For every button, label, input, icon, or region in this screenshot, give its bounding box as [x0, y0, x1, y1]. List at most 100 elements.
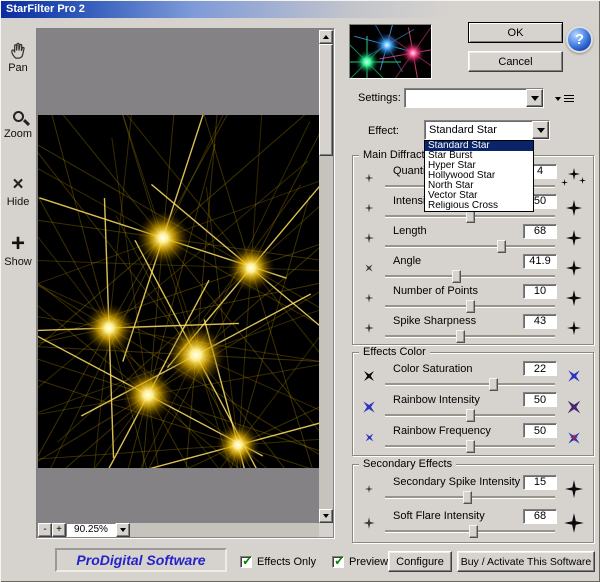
large-star-icon	[564, 513, 584, 533]
slider-row: Soft Flare Intensity	[357, 506, 589, 540]
slider-track[interactable]	[383, 270, 557, 283]
cancel-button[interactable]: Cancel	[468, 51, 563, 72]
slider-label: Soft Flare Intensity	[393, 510, 485, 522]
zoom-dropdown-button[interactable]	[116, 523, 130, 537]
dropdown-arrow-button[interactable]	[532, 121, 549, 139]
checkbox-box[interactable]: ✓	[240, 556, 252, 568]
triangle-down-icon	[531, 96, 539, 101]
preview-vertical-scrollbar[interactable]	[319, 30, 333, 523]
dropdown-item[interactable]: North Star	[425, 181, 533, 191]
slider-label: Length	[393, 225, 427, 237]
dropdown-arrow-button[interactable]	[526, 89, 543, 107]
vertical-scroll-thumb[interactable]	[319, 44, 333, 156]
zoom-level-display: 90.25%	[66, 523, 116, 537]
dropdown-item[interactable]: Hyper Star	[425, 161, 533, 171]
dropdown-item[interactable]: Religious Cross	[425, 201, 533, 211]
window-title: StarFilter Pro 2	[6, 3, 85, 15]
pan-hand-icon	[0, 38, 36, 62]
slider-value-field[interactable]	[523, 392, 557, 407]
large-star-icon	[566, 260, 582, 276]
x-icon: ×	[12, 175, 23, 194]
dropdown-item[interactable]: Star Burst	[425, 151, 533, 161]
slider-row: Spike Sharpness	[357, 313, 589, 343]
large-star-icon	[566, 200, 582, 216]
preview-frame: - + 90.25%	[36, 28, 335, 539]
pan-tool-button[interactable]: Pan	[0, 38, 36, 74]
slider-track[interactable]	[383, 300, 557, 313]
slider-track[interactable]	[383, 491, 557, 504]
configure-button[interactable]: Configure	[388, 551, 452, 572]
settings-flyout-button[interactable]	[550, 91, 578, 106]
slider-row: Angle	[357, 253, 589, 283]
hide-tool-button[interactable]: × Hide	[0, 172, 36, 208]
effect-label: Effect:	[368, 125, 399, 137]
slider-value-field[interactable]	[523, 361, 557, 376]
slider-track[interactable]	[383, 378, 557, 391]
zoom-tool-button[interactable]: Zoom	[0, 104, 36, 140]
check-icon: ✓	[334, 553, 345, 569]
dropdown-item[interactable]: Standard Star	[425, 141, 533, 151]
x-star-icon	[565, 429, 583, 447]
slider-value-field[interactable]	[523, 475, 557, 490]
preview-checkbox[interactable]: ✓ Preview	[332, 556, 388, 568]
slider-thumb[interactable]	[466, 440, 475, 453]
dropdown-item[interactable]: Hollywood Star	[425, 171, 533, 181]
effects-color-group: Effects Color Color Saturation Rainbow I…	[352, 352, 594, 456]
effect-dropdown[interactable]: Standard Star	[424, 120, 550, 140]
slider-track[interactable]	[383, 440, 557, 453]
slider-label: Number of Points	[393, 285, 478, 297]
slider-value-field[interactable]	[523, 254, 557, 269]
large-star-icon	[566, 230, 582, 246]
group-title: Effects Color	[359, 346, 430, 358]
show-tool-button[interactable]: + Show	[0, 232, 36, 268]
slider-thumb[interactable]	[489, 378, 498, 391]
plus-icon: +	[11, 233, 25, 255]
slider-value-field[interactable]	[523, 314, 557, 329]
slider-row: Number of Points	[357, 283, 589, 313]
slider-thumb[interactable]	[463, 491, 472, 504]
zoom-out-button[interactable]: -	[38, 523, 52, 537]
effects-only-checkbox[interactable]: ✓ Effects Only	[240, 556, 316, 568]
slider-thumb[interactable]	[452, 270, 461, 283]
scroll-down-button[interactable]	[319, 509, 333, 523]
scroll-up-button[interactable]	[319, 30, 333, 44]
buy-activate-button[interactable]: Buy / Activate This Software	[457, 551, 595, 572]
slider-thumb[interactable]	[497, 240, 506, 253]
slider-track[interactable]	[383, 525, 557, 538]
effect-dropdown-list[interactable]: Standard Star Star Burst Hyper Star Holl…	[424, 140, 534, 212]
slider-thumb[interactable]	[466, 409, 475, 422]
star-cluster-icon	[561, 168, 587, 188]
zoom-in-button[interactable]: +	[52, 523, 66, 537]
triangle-down-icon	[537, 128, 545, 133]
slider-track[interactable]	[383, 330, 557, 343]
prodigital-logo: ProDigital Software	[55, 548, 227, 572]
slider-thumb[interactable]	[469, 525, 478, 538]
preview-canvas[interactable]	[38, 30, 321, 525]
slider-track[interactable]	[383, 409, 557, 422]
slider-label: Angle	[393, 255, 421, 267]
slider-value-field[interactable]	[523, 224, 557, 239]
dropdown-item[interactable]: Vector Star	[425, 191, 533, 201]
settings-label: Settings:	[358, 92, 401, 104]
ok-button[interactable]: OK	[468, 22, 563, 43]
small-star-icon	[365, 294, 374, 303]
preview-label: Preview	[349, 556, 388, 568]
effect-dropdown-value: Standard Star	[429, 124, 497, 136]
star-preview-image	[38, 115, 321, 468]
x-star-icon	[358, 395, 381, 418]
slider-row: Color Saturation	[357, 360, 589, 391]
settings-dropdown[interactable]	[404, 88, 544, 108]
slider-groove	[385, 275, 555, 277]
slider-label: Color Saturation	[393, 363, 473, 375]
slider-value-field[interactable]	[523, 284, 557, 299]
small-star-icon	[365, 204, 374, 213]
checkbox-box[interactable]: ✓	[332, 556, 344, 568]
slider-thumb[interactable]	[466, 300, 475, 313]
slider-value-field[interactable]	[523, 509, 557, 524]
window-title-bar: StarFilter Pro 2	[1, 1, 599, 18]
slider-track[interactable]	[383, 240, 557, 253]
slider-row: Rainbow Frequency	[357, 422, 589, 453]
slider-value-field[interactable]	[523, 423, 557, 438]
slider-thumb[interactable]	[456, 330, 465, 343]
help-button[interactable]: ?	[566, 26, 593, 53]
